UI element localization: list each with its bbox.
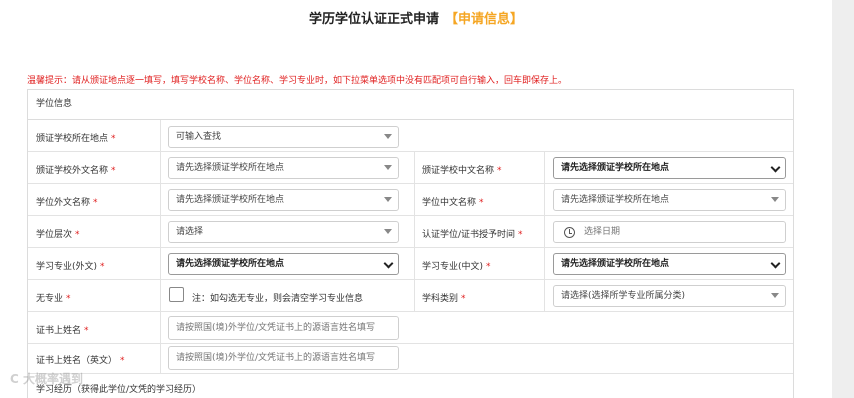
degree-level-select[interactable]: 请选择 xyxy=(168,221,399,243)
caret-down-icon xyxy=(771,293,779,298)
caret-down-icon xyxy=(771,197,779,202)
label-school-chinese-name: 颁证学校中文名称 * xyxy=(422,166,502,176)
school-chinese-name-select[interactable]: 请先选择颁证学校所在地点 xyxy=(553,157,786,179)
caret-down-icon xyxy=(384,134,392,139)
column-divider xyxy=(414,151,415,311)
clock-icon xyxy=(564,227,575,238)
page-title-main: 学历学位认证正式申请 xyxy=(308,12,439,27)
no-major-hint: 注：如勾选无专业，则会清空学习专业信息 xyxy=(192,294,364,304)
award-date-picker[interactable]: 选择日期 xyxy=(553,221,786,243)
label-no-major: 无专业 * xyxy=(36,294,71,304)
row-divider xyxy=(28,183,793,184)
row-divider xyxy=(28,151,793,152)
label-discipline: 学科类别 * xyxy=(422,294,466,304)
page-title: 学历学位认证正式申请 【申请信息】 xyxy=(0,8,832,27)
label-cert-name-en: 证书上姓名（英文） * xyxy=(36,356,125,366)
chevron-down-icon xyxy=(383,258,394,269)
caret-down-icon xyxy=(384,229,392,234)
degree-info-form: 学位信息 颁证学校所在地点 * 可输入查找 颁证学校外文名称 * 请先选择颁证学校所… xyxy=(27,89,794,398)
school-foreign-name-select[interactable]: 请先选择颁证学校所在地点 xyxy=(168,157,399,179)
label-school-foreign-name: 颁证学校外文名称 * xyxy=(36,166,116,176)
degree-chinese-name-select[interactable]: 请先选择颁证学校所在地点 xyxy=(553,189,786,211)
label-degree-level: 学位层次 * xyxy=(36,230,80,240)
discipline-select[interactable]: 请选择(选择所学专业所属分类) xyxy=(553,285,786,307)
degree-foreign-name-select[interactable]: 请先选择颁证学校所在地点 xyxy=(168,189,399,211)
row-divider xyxy=(28,215,793,216)
major-foreign-select[interactable]: 请先选择颁证学校所在地点 xyxy=(168,253,399,275)
major-chinese-select[interactable]: 请先选择颁证学校所在地点 xyxy=(553,253,786,275)
row-divider xyxy=(28,311,793,312)
chevron-down-icon xyxy=(770,258,781,269)
row-divider xyxy=(28,279,793,280)
label-major-chinese: 学习专业(中文) * xyxy=(422,262,491,272)
caret-down-icon xyxy=(384,165,392,170)
row-divider xyxy=(28,343,793,344)
label-major-foreign: 学习专业(外文) * xyxy=(36,262,105,272)
right-gutter xyxy=(832,0,854,398)
column-divider xyxy=(160,120,161,373)
cert-name-en-input[interactable]: 请按照国(境)外学位/文凭证书上的源语言姓名填写 xyxy=(168,346,399,370)
label-cert-name: 证书上姓名 * xyxy=(36,326,89,336)
page-title-sub: 【申请信息】 xyxy=(445,12,524,27)
caret-down-icon xyxy=(384,197,392,202)
label-degree-foreign-name: 学位外文名称 * xyxy=(36,198,98,208)
school-location-select[interactable]: 可输入查找 xyxy=(168,126,399,148)
no-major-checkbox[interactable] xyxy=(169,287,184,302)
watermark: C 大概率遇到 xyxy=(10,372,83,386)
label-degree-chinese-name: 学位中文名称 * xyxy=(422,198,484,208)
label-award-time: 认证学位/证书授予时间 * xyxy=(422,230,523,240)
chevron-down-icon xyxy=(770,162,781,173)
cert-name-input[interactable]: 请按照国(境)外学位/文凭证书上的源语言姓名填写 xyxy=(168,316,399,340)
label-school-location: 颁证学校所在地点 * xyxy=(36,134,116,144)
section-degree-info: 学位信息 xyxy=(28,90,793,120)
row-divider xyxy=(28,247,793,248)
column-divider xyxy=(544,151,545,311)
notice-text: 温馨提示：请从颁证地点逐一填写，填写学校名称、学位名称、学习专业时，如下拉菜单选… xyxy=(27,76,568,86)
row-divider xyxy=(28,373,793,374)
